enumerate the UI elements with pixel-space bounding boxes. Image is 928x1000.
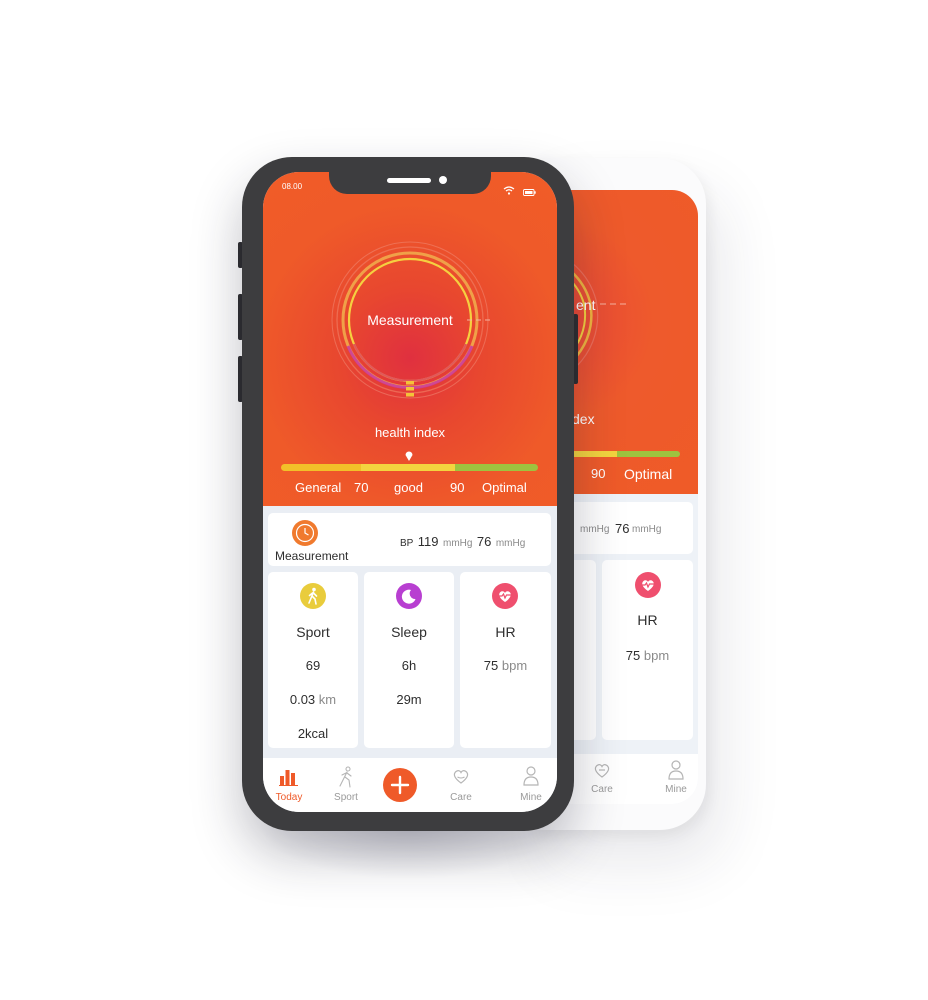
back-ring-label: ent [576,297,596,313]
nav-sport-label: Sport [334,792,358,803]
sport-distance-value: 0.03 [289,692,316,707]
hr-card[interactable]: HR 75 bpm [460,572,551,748]
back-bp-diastolic-unit: mmHg [632,524,662,535]
hr-title: HR [495,624,516,640]
nav-today-label: Today [275,792,303,803]
sport-calories: 2kcal [297,726,329,741]
health-hero-panel: 08.00 Measurement health index General 7… [263,172,557,506]
sport-distance: 0.03 km [268,692,358,707]
runner-icon [337,766,355,788]
plus-icon [390,775,410,795]
battery-icon [523,183,536,201]
back-bp-diastolic: 76 [615,521,630,536]
notch [329,172,491,194]
scale-good: good [394,480,423,495]
wifi-icon [503,182,515,200]
health-index-label: health index [374,425,446,440]
hr-unit: bpm [501,658,528,673]
add-button[interactable] [383,768,417,802]
back-nav-care-label: Care [591,784,613,795]
nav-mine-label: Mine [520,792,542,803]
heart-hand-icon [451,768,471,786]
health-index-bar [281,464,538,471]
back-hr-title: HR [637,612,658,628]
sleep-title: Sleep [391,624,427,640]
back-bp-unit: mmHg [580,524,610,535]
scale-70: 70 [354,480,369,495]
health-bar-general-segment [281,464,361,471]
nav-sport[interactable]: Sport [320,758,372,812]
nav-today[interactable]: Today [263,758,315,812]
walking-person-icon [300,583,326,614]
sport-distance-unit: km [318,692,337,707]
health-index-pointer [405,451,413,461]
back-scale-optimal: Optimal [624,466,673,482]
sleep-hours: 6h [401,658,417,673]
sport-card[interactable]: Sport 69 0.03 km 2kcal [268,572,358,748]
sleep-minutes: 29m [396,692,422,707]
sport-steps: 69 [305,658,321,673]
back-hr-number: 75 [625,648,641,663]
measurement-card-label: Measurement [275,549,349,563]
hr-number: 75 [483,658,499,673]
hr-value: 75 bpm [460,658,551,673]
scale-general: General [295,480,342,495]
back-hr-unit: bpm [643,648,670,663]
person-icon [523,766,539,786]
status-time: 08.00 [282,182,303,191]
nav-care[interactable]: Care [435,758,487,812]
bp-systolic: 119 [417,534,439,549]
sleep-icon: z [396,583,422,614]
bp-prefix: BP [400,538,414,549]
heart-pulse-icon [492,583,518,614]
ring-measurement-label[interactable]: Measurement [330,312,490,328]
back-scale-90: 90 [591,466,606,481]
back-person-icon [668,760,684,785]
blood-pressure-reading: BP 119 mmHg 76 mmHg [400,533,525,551]
bar-chart-icon [279,768,299,786]
bp-diastolic-unit: mmHg [495,538,526,549]
health-bar-good-segment [361,464,455,471]
back-heart-pulse-icon [635,572,661,603]
scale-optimal: Optimal [482,480,527,495]
sport-title: Sport [296,624,330,640]
clock-icon [292,520,318,551]
back-health-index-label: dex [572,411,595,427]
nav-care-label: Care [450,792,472,803]
measurement-card[interactable]: Measurement BP 119 mmHg 76 mmHg [268,513,551,566]
sleep-card[interactable]: z Sleep 6h 29m [364,572,454,748]
bp-diastolic: 76 [476,534,492,549]
nav-mine[interactable]: Mine [505,758,557,812]
bp-systolic-unit: mmHg [442,538,473,549]
scale-90: 90 [450,480,465,495]
back-hr-card: HR 75 bpm [602,560,693,740]
bottom-nav: Today Sport Care Mine [263,758,557,812]
health-bar-optimal-segment [455,464,538,471]
front-camera [439,176,447,184]
front-phone-screen: 08.00 Measurement health index General 7… [263,172,557,812]
back-hr-value: 75 bpm [602,648,693,663]
back-nav-mine-label: Mine [665,784,687,795]
back-heart-hand-icon [592,762,612,785]
speaker-grille [387,178,431,183]
